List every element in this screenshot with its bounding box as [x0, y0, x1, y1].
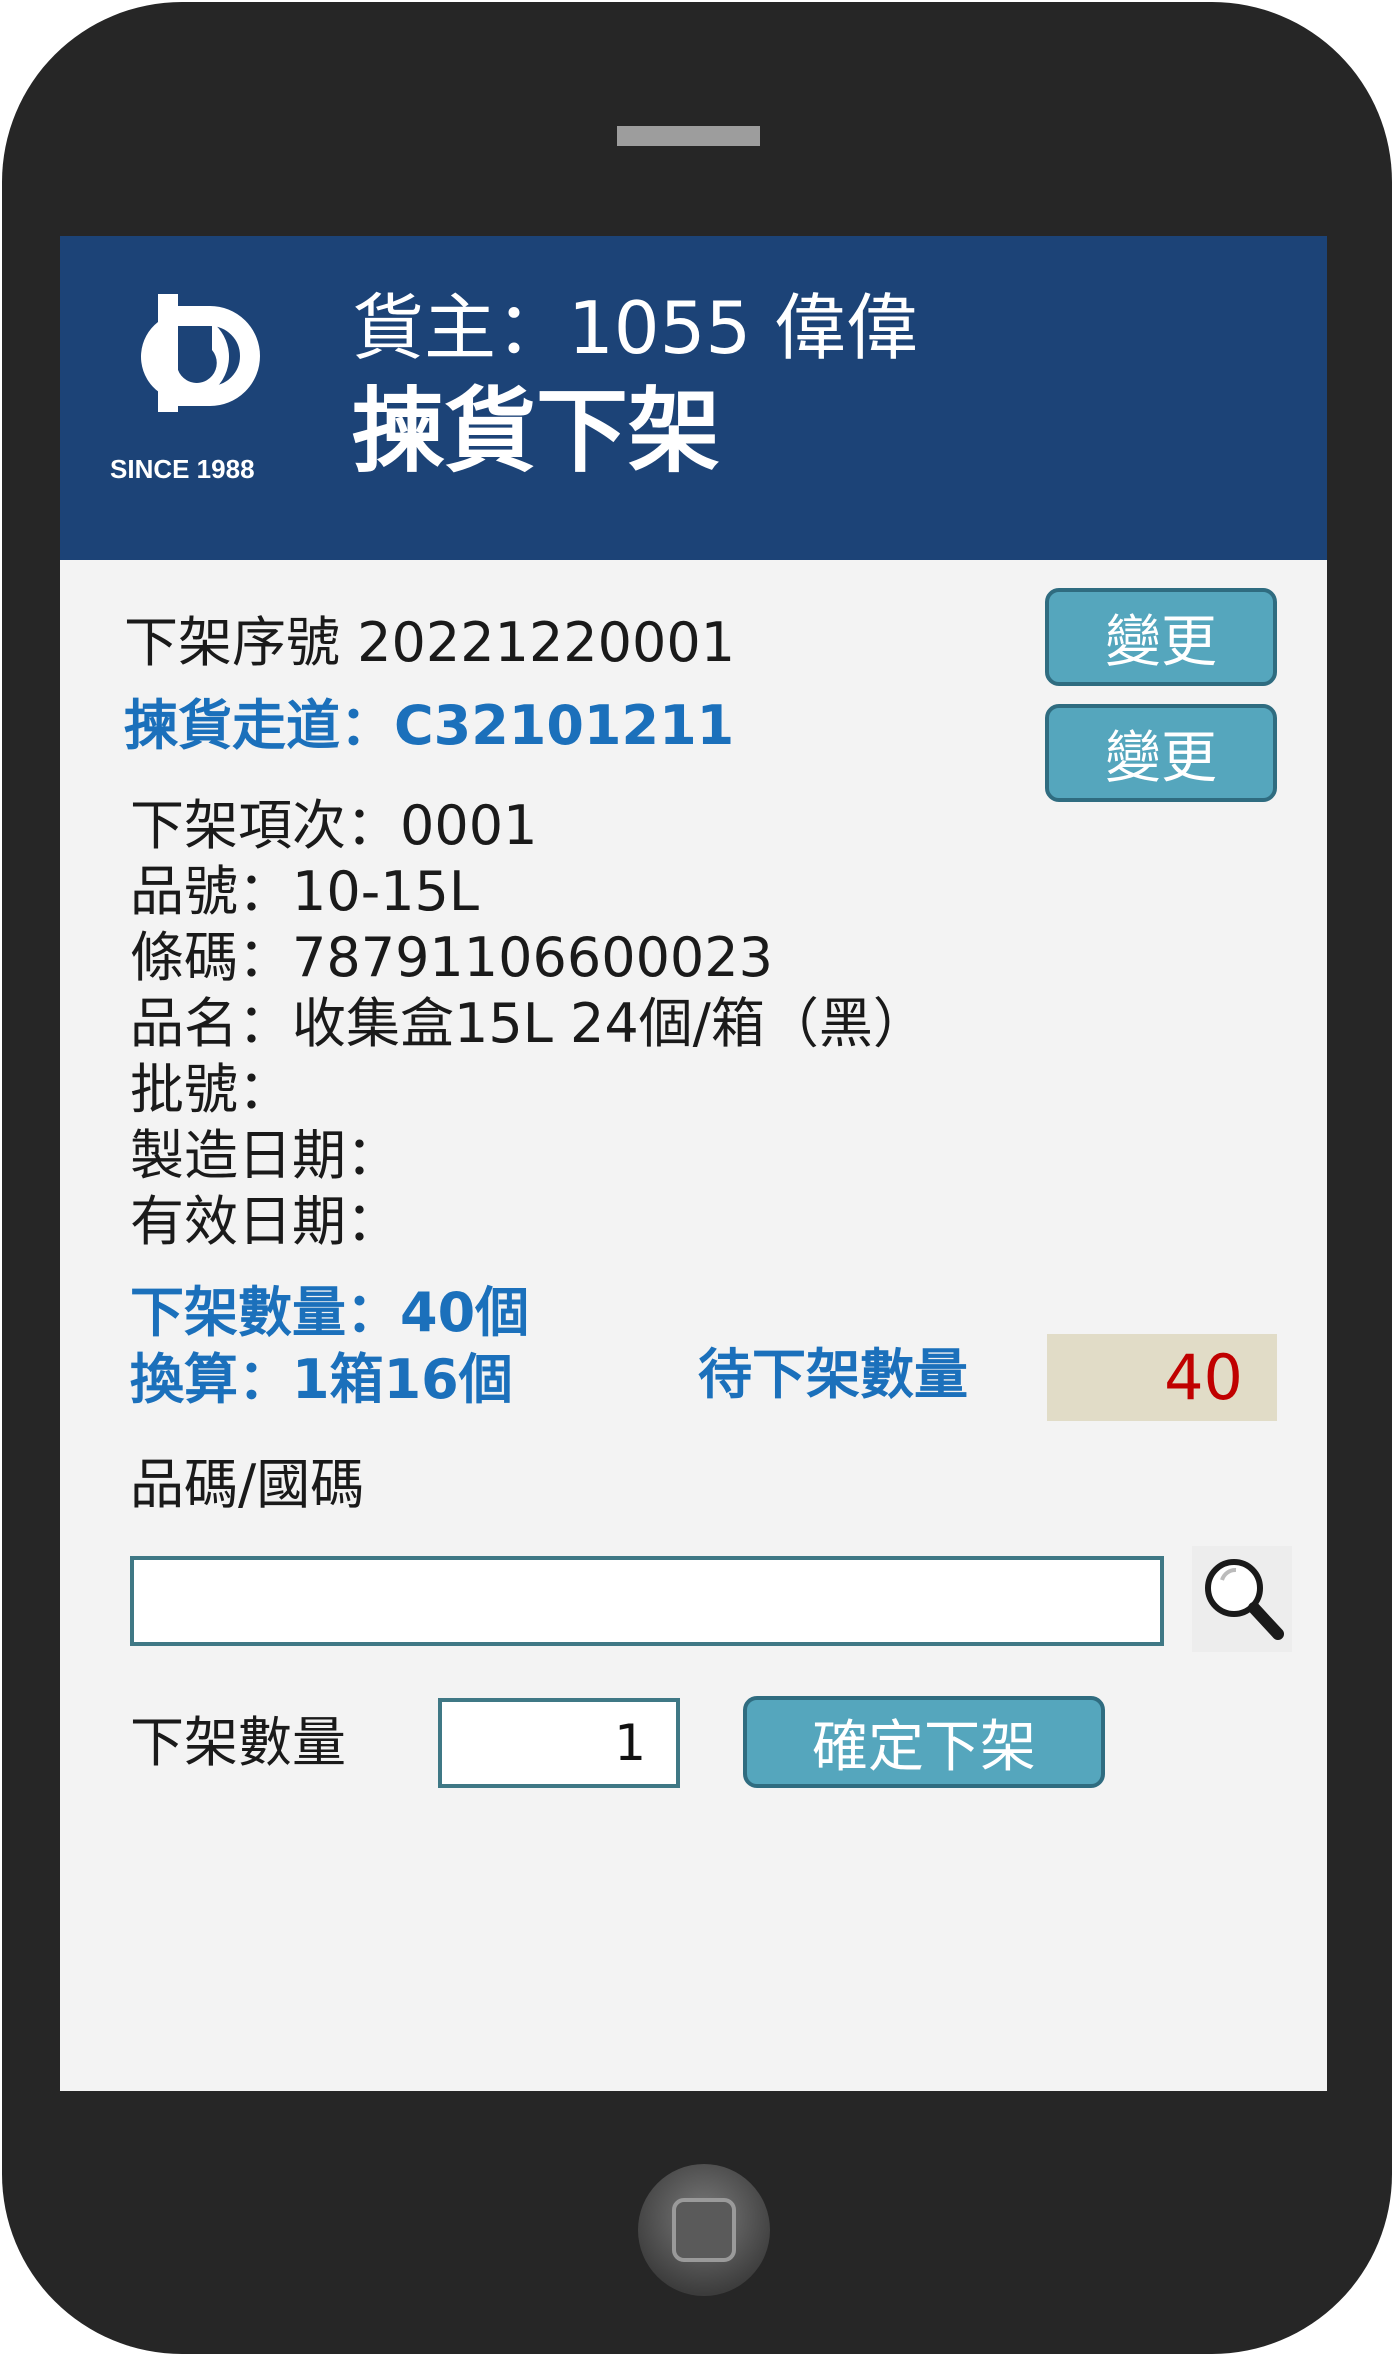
- page-title: 揀貨下架: [352, 378, 721, 485]
- app-screen: SINCE 1988 貨主：1055 偉偉 揀貨下架 下架序號 20221220…: [60, 236, 1327, 2091]
- remaining-label: 待下架數量: [698, 1343, 968, 1406]
- change-aisle-button[interactable]: 變更: [1045, 704, 1277, 802]
- barcode-input[interactable]: [130, 1556, 1164, 1646]
- app-header: SINCE 1988 貨主：1055 偉偉 揀貨下架: [60, 236, 1327, 560]
- barcode: 條碼：78791106600023: [130, 926, 773, 989]
- phone-frame: SINCE 1988 貨主：1055 偉偉 揀貨下架 下架序號 20221220…: [2, 2, 1392, 2354]
- lot-number: 批號：: [130, 1058, 292, 1121]
- logo-since-text: SINCE 1988: [110, 454, 255, 484]
- pick-aisle: 揀貨走道：C32101211: [124, 694, 735, 757]
- change-serial-button[interactable]: 變更: [1045, 588, 1277, 686]
- phone-speaker: [617, 126, 760, 146]
- scan-label: 品碼/國碼: [130, 1453, 365, 1516]
- unit-conversion: 換算：1箱16個: [130, 1348, 513, 1411]
- confirm-pick-button[interactable]: 確定下架: [743, 1696, 1105, 1788]
- manufacture-date: 製造日期：: [130, 1124, 400, 1187]
- company-logo: SINCE 1988: [110, 294, 260, 484]
- pick-quantity: 下架數量：40個: [130, 1281, 530, 1344]
- expiry-date: 有效日期：: [130, 1190, 400, 1253]
- search-button[interactable]: [1192, 1546, 1292, 1652]
- part-number: 品號：10-15L: [130, 860, 479, 923]
- magnifier-icon: [1205, 1559, 1284, 1640]
- home-button[interactable]: [638, 2164, 770, 2296]
- home-square-icon: [672, 2198, 736, 2262]
- owner-label: 貨主：1055 偉偉: [352, 286, 919, 370]
- quantity-label: 下架數量: [130, 1711, 346, 1774]
- remaining-value: 40: [1047, 1334, 1277, 1421]
- pick-serial: 下架序號 20221220001: [124, 611, 736, 674]
- line-number: 下架項次：0001: [130, 794, 538, 857]
- quantity-input[interactable]: 1: [438, 1698, 680, 1788]
- product-name: 品名：收集盒15L 24個/箱（黑）: [130, 992, 927, 1055]
